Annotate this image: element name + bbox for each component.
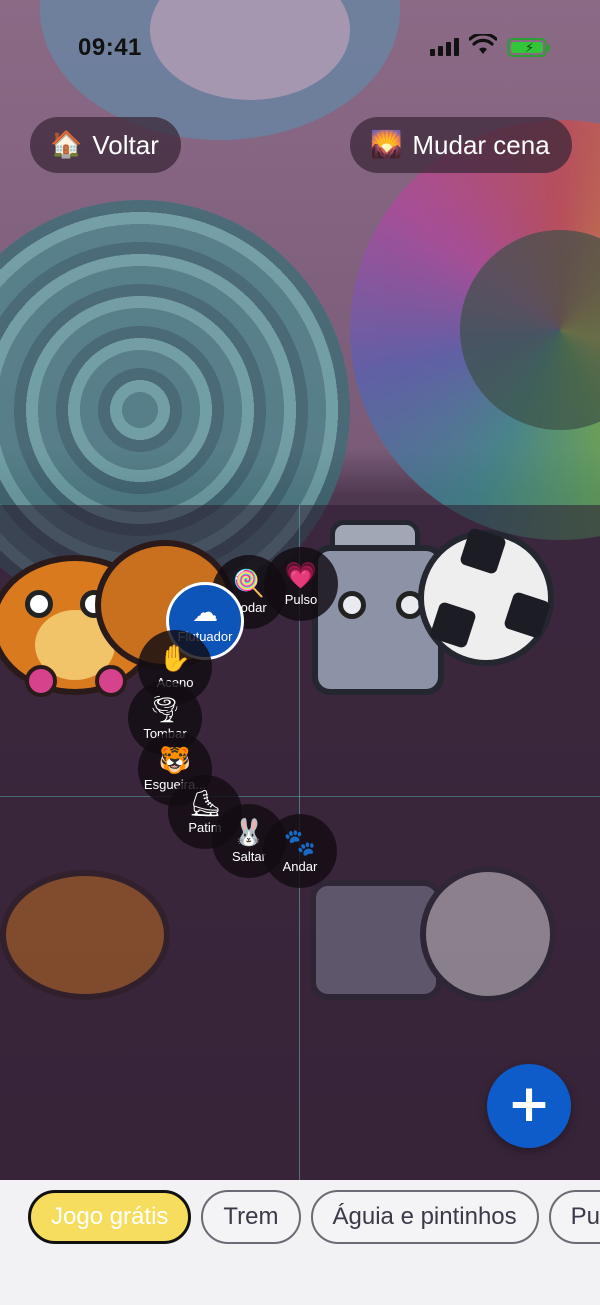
- heart-icon: 💗: [284, 560, 318, 591]
- background-lollipop-right: [350, 120, 600, 540]
- change-scene-label: Mudar cena: [412, 129, 550, 160]
- change-scene-button[interactable]: 🌄 Mudar cena: [350, 117, 572, 173]
- mode-tabs: Jogo grátis Trem Águia e pintinhos Pul: [28, 1190, 600, 1244]
- wifi-icon: [469, 34, 497, 54]
- grid-line-horizontal: [0, 796, 600, 797]
- cloud-icon: ☁: [192, 597, 218, 628]
- add-button[interactable]: +: [487, 1064, 571, 1148]
- tab-jogo-gratis[interactable]: Jogo grátis: [28, 1190, 192, 1244]
- action-pulso-button[interactable]: 💗 Pulso: [264, 547, 338, 621]
- skate-icon: ⛸: [188, 788, 222, 819]
- action-andar-button[interactable]: 🐾 Andar: [263, 814, 337, 888]
- cellular-signal-icon: [430, 38, 459, 56]
- status-bar: 09:41 ⚡: [0, 0, 600, 96]
- mode-tab-bar: Jogo grátis Trem Águia e pintinhos Pul: [0, 1180, 600, 1305]
- rabbit-icon: 🐰: [232, 817, 266, 848]
- tab-aguia-e-pintinhos[interactable]: Águia e pintinhos: [310, 1190, 539, 1244]
- tab-pul[interactable]: Pul: [548, 1190, 600, 1244]
- house-icon: 🏠: [50, 130, 83, 160]
- plus-icon: +: [507, 1074, 551, 1134]
- back-button[interactable]: 🏠 Voltar: [30, 117, 181, 173]
- status-time: 09:41: [78, 34, 142, 61]
- soccer-ball[interactable]: [418, 527, 554, 666]
- feet-icon: 🐾: [283, 827, 317, 858]
- tiger-icon: 🐯: [158, 745, 192, 776]
- hand-icon: ✋: [158, 643, 192, 674]
- action-label: Saltar: [232, 848, 266, 864]
- back-label: Voltar: [92, 129, 159, 160]
- action-label: Pulso: [284, 591, 318, 607]
- sunrise-scene-icon: 🌄: [370, 130, 403, 160]
- tab-trem[interactable]: Trem: [201, 1190, 301, 1244]
- tornado-icon: 🌪: [148, 694, 182, 725]
- lollipop-icon: 🍭: [232, 568, 266, 599]
- battery-icon: ⚡: [507, 38, 550, 57]
- action-label: Andar: [282, 858, 318, 874]
